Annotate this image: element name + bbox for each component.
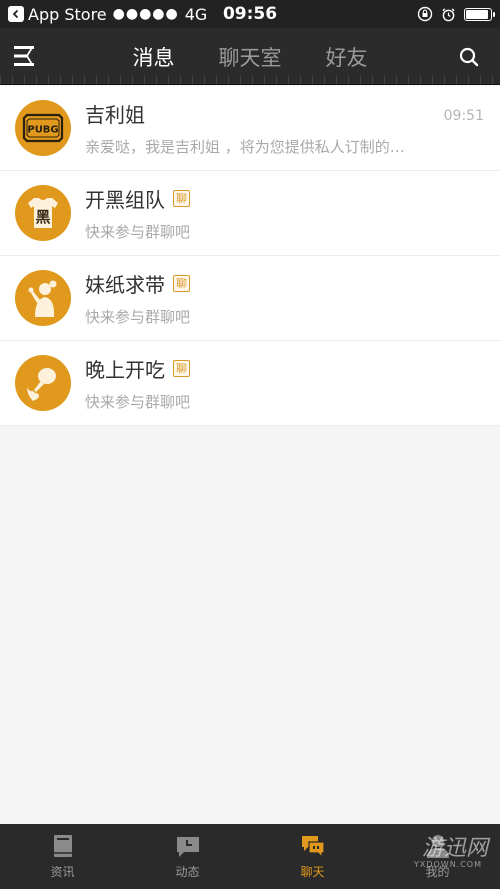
conversation-body: 晚上开吃 聊 快来参与群聊吧 <box>85 354 500 412</box>
conversation-title: 晚上开吃 <box>85 358 165 382</box>
alarm-icon <box>442 7 455 21</box>
nav-tabs: 消息 聊天室 好友 <box>0 28 500 85</box>
book-icon <box>53 835 72 857</box>
clock-bubble-icon <box>176 837 199 857</box>
conversation-preview: 快来参与群聊吧 <box>85 308 191 326</box>
conversation-preview: 快来参与群聊吧 <box>85 393 191 411</box>
shirt-text: 黑 <box>35 208 50 226</box>
conversation-title-line: 开黑组队 聊 <box>85 184 500 213</box>
conversation-item[interactable]: 黑 开黑组队 聊 快来参与群聊吧 <box>0 171 500 256</box>
conversation-title: 妹纸求带 <box>85 273 165 297</box>
conversation-item[interactable]: 晚上开吃 聊 快来参与群聊吧 <box>0 341 500 426</box>
tab-feed-label: 动态 <box>175 865 200 879</box>
network-type: 4G <box>184 4 208 24</box>
conversation-body: 开黑组队 聊 快来参与群聊吧 <box>85 184 500 242</box>
tab-chatroom[interactable]: 聊天室 <box>219 42 282 72</box>
conversation-title-line: 妹纸求带 聊 <box>85 269 500 298</box>
tab-messages[interactable]: 消息 <box>133 42 175 72</box>
drumstick-icon <box>15 355 71 411</box>
tab-profile[interactable]: 我的 <box>375 824 500 889</box>
search-icon[interactable] <box>458 46 480 68</box>
pubg-badge-text: PUBG <box>27 125 58 136</box>
conversation-time: 09:51 <box>443 108 484 124</box>
conversation-preview: 快来参与群聊吧 <box>85 223 191 241</box>
hei-shirt-icon: 黑 <box>15 185 71 241</box>
conversation-title-line: 晚上开吃 聊 <box>85 354 500 383</box>
conversation-title: 开黑组队 <box>85 188 165 212</box>
group-chat-badge: 聊 <box>173 360 190 377</box>
conversation-preview: 亲爱哒，我是吉利姐 ，将为您提供私人订制的… <box>85 138 405 156</box>
back-app-label[interactable]: App Store <box>28 5 107 24</box>
back-to-app-icon[interactable] <box>8 6 24 22</box>
watermark-url: YXDOWN.COM <box>413 860 482 869</box>
tab-news-label: 资讯 <box>50 865 75 879</box>
conversation-item[interactable]: PUBG 吉利姐 亲爱哒，我是吉利姐 ，将为您提供私人订制的… 09:51 <box>0 86 500 171</box>
battery-level <box>466 9 488 19</box>
group-chat-badge: 聊 <box>173 190 190 207</box>
status-bar: App Store ●●●●● 4G 09:56 <box>0 0 500 28</box>
pubg-badge-icon: PUBG <box>15 100 71 156</box>
top-nav-bar: 消息 聊天室 好友 <box>0 28 500 85</box>
tab-chat-label: 聊天 <box>300 865 325 879</box>
orientation-lock-icon <box>417 6 433 22</box>
tab-feed[interactable]: 动态 <box>125 824 250 889</box>
conversation-body: 妹纸求带 聊 快来参与群聊吧 <box>85 269 500 327</box>
group-chat-badge: 聊 <box>173 275 190 292</box>
battery-icon <box>464 7 495 21</box>
tab-news[interactable]: 资讯 <box>0 824 125 889</box>
chat-icon <box>301 836 325 859</box>
conversation-list: PUBG 吉利姐 亲爱哒，我是吉利姐 ，将为您提供私人订制的… 09:51 黑 … <box>0 86 500 426</box>
conversation-title-line: 吉利姐 <box>85 99 500 128</box>
status-icons <box>417 6 495 22</box>
person-icon <box>426 835 449 858</box>
tab-friends[interactable]: 好友 <box>326 42 368 72</box>
signal-strength: ●●●●● <box>112 6 179 22</box>
tab-chat[interactable]: 聊天 <box>250 824 375 889</box>
conversation-title: 吉利姐 <box>85 103 145 127</box>
bottom-tab-bar: 资讯 动态 聊天 我的 <box>0 824 500 889</box>
conversation-body: 吉利姐 亲爱哒，我是吉利姐 ，将为您提供私人订制的… <box>85 99 500 157</box>
conversation-item[interactable]: 妹纸求带 聊 快来参与群聊吧 <box>0 256 500 341</box>
girl-icon <box>15 270 71 326</box>
